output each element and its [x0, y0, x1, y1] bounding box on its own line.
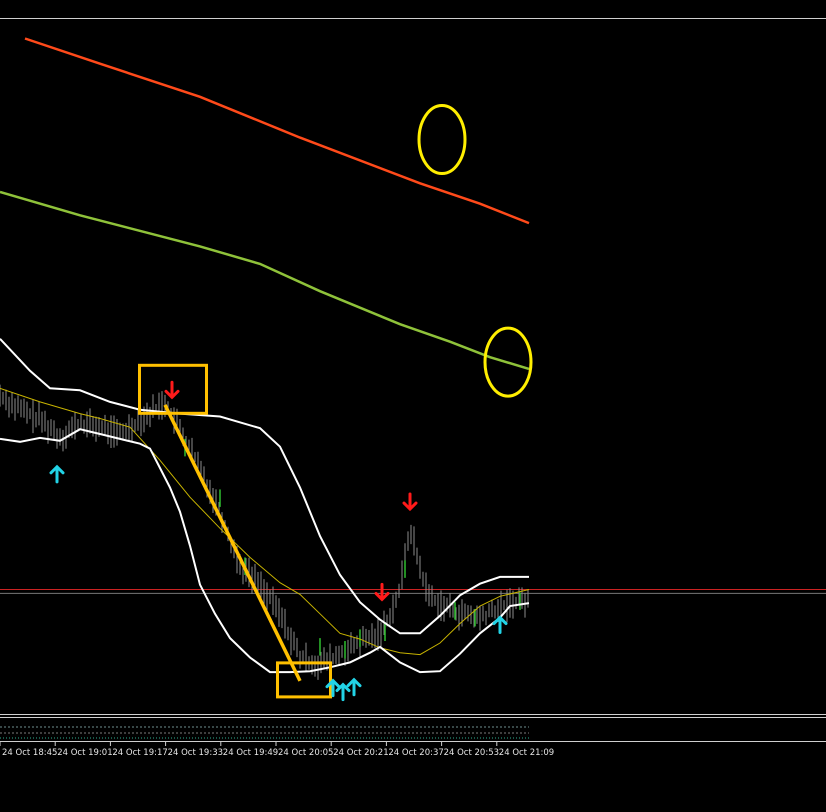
x-tick-label: 24 Oct 20:37: [388, 748, 443, 758]
x-tick-label: 24 Oct 20:21: [333, 748, 388, 758]
price-chart[interactable]: 24 Oct 18:45 24 Oct 19:01 24 Oct 19:17 24 O…: [0, 0, 826, 808]
x-tick-label: 24 Oct 19:01: [57, 748, 112, 758]
x-tick-label: 24 Oct 18:45: [2, 748, 57, 758]
chart-svg[interactable]: 24 Oct 18:45 24 Oct 19:01 24 Oct 19:17 24 O…: [0, 0, 826, 808]
x-tick-label: 24 Oct 19:49: [223, 748, 278, 758]
x-tick-label: 24 Oct 19:33: [168, 748, 223, 758]
x-tick-label: 24 Oct 19:17: [112, 748, 167, 758]
x-tick-label: 24 Oct 20:53: [444, 748, 499, 758]
chart-background: [0, 0, 826, 808]
x-tick-label: 24 Oct 20:05: [278, 748, 333, 758]
x-tick-label: 24 Oct 21:09: [499, 748, 554, 758]
